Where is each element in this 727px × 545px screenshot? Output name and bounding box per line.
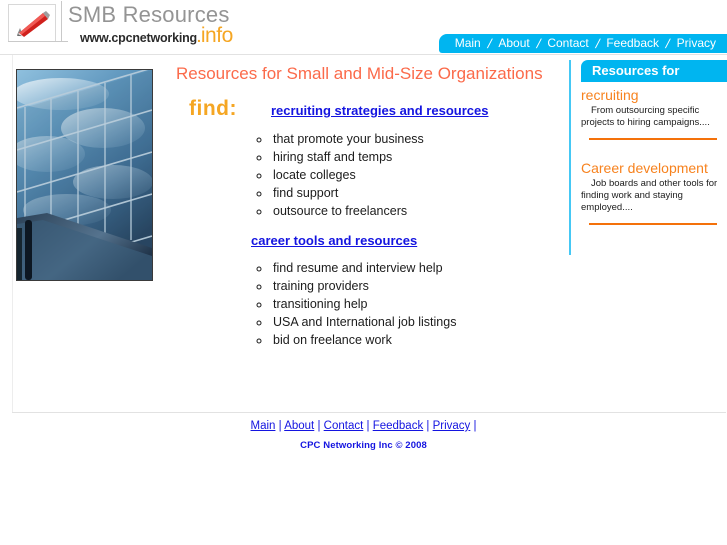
site-footer: Main | About | Contact | Feedback | Priv… xyxy=(0,418,727,451)
recruiting-bullet-list: that promote your businesshiring staff a… xyxy=(163,130,563,220)
sidebar-title: Resources for xyxy=(581,60,727,82)
footer-separator: | xyxy=(423,420,433,432)
find-label: find: xyxy=(189,97,237,120)
section-link-recruiting[interactable]: recruiting strategies and resources xyxy=(271,103,488,118)
sidebar-heading-recruiting: recruiting xyxy=(581,87,639,103)
list-item: locate colleges xyxy=(271,166,563,184)
nav-item-main[interactable]: Main xyxy=(448,34,488,53)
footer-link-privacy[interactable]: Privacy xyxy=(433,420,471,432)
logo-box xyxy=(8,4,56,42)
footer-separator: | xyxy=(275,420,285,432)
list-item: USA and International job listings xyxy=(271,313,563,331)
wordmark-url: www.cpcnetworking xyxy=(80,31,197,45)
wordmark-domain: www.cpcnetworking.info xyxy=(80,24,233,48)
footer-separator: | xyxy=(470,420,477,432)
list-item: that promote your business xyxy=(271,130,563,148)
nav-item-contact[interactable]: Contact xyxy=(540,34,595,53)
footer-separator: | xyxy=(363,420,373,432)
logo-divider-horizontal xyxy=(8,41,68,42)
footer-navigation: Main | About | Contact | Feedback | Priv… xyxy=(0,418,727,435)
sidebar-rule-recruiting xyxy=(589,138,717,140)
footer-link-contact[interactable]: Contact xyxy=(324,420,364,432)
list-item: bid on freelance work xyxy=(271,331,563,349)
find-row: find: recruiting strategies and resource… xyxy=(189,97,563,121)
sidebar-body-recruiting: From outsourcing specific projects to hi… xyxy=(581,105,710,128)
section-link-career[interactable]: career tools and resources xyxy=(251,233,417,248)
primary-navigation: Main / About / Contact / Feedback / Privacy xyxy=(438,34,727,53)
pencil-icon xyxy=(13,9,53,39)
footer-link-about[interactable]: About xyxy=(284,420,314,432)
site-wordmark: SMB Resources www.cpcnetworking.info xyxy=(68,2,233,47)
nav-item-privacy[interactable]: Privacy xyxy=(670,34,723,53)
list-item: hiring staff and temps xyxy=(271,148,563,166)
resources-sidebar: Resources for recruiting From outsourcin… xyxy=(569,60,727,255)
footer-separator: | xyxy=(314,420,324,432)
footer-link-main[interactable]: Main xyxy=(251,420,276,432)
list-item: find support xyxy=(271,184,563,202)
site-header: SMB Resources www.cpcnetworking.info Mai… xyxy=(0,0,727,56)
page-title: Resources for Small and Mid-Size Organiz… xyxy=(176,64,543,83)
nav-item-about[interactable]: About xyxy=(491,34,536,53)
footer-link-feedback[interactable]: Feedback xyxy=(373,420,424,432)
copyright-text: CPC Networking Inc © 2008 xyxy=(300,440,427,451)
career-bullet-list: find resume and interview helptraining p… xyxy=(163,259,563,349)
list-item: outsource to freelancers xyxy=(271,202,563,220)
sidebar-heading-career: Career development xyxy=(581,160,708,176)
main-column: Resources for Small and Mid-Size Organiz… xyxy=(163,55,563,349)
sidebar-section-recruiting: recruiting From outsourcing specific pro… xyxy=(581,87,727,140)
building-photo xyxy=(16,69,153,281)
sidebar-body-career: Job boards and other tools for finding w… xyxy=(581,178,718,213)
footer-divider xyxy=(12,412,726,413)
list-item: training providers xyxy=(271,277,563,295)
wordmark-tld: info xyxy=(200,24,233,47)
list-gap xyxy=(163,220,563,232)
content-area: Resources for Small and Mid-Size Organiz… xyxy=(12,55,727,412)
sidebar-section-career: Career development Job boards and other … xyxy=(581,160,727,225)
list-item: find resume and interview help xyxy=(271,259,563,277)
sidebar-rule-career xyxy=(589,223,717,225)
nav-item-feedback[interactable]: Feedback xyxy=(599,34,666,53)
logo-divider-vertical xyxy=(61,1,62,41)
list-item: transitioning help xyxy=(271,295,563,313)
